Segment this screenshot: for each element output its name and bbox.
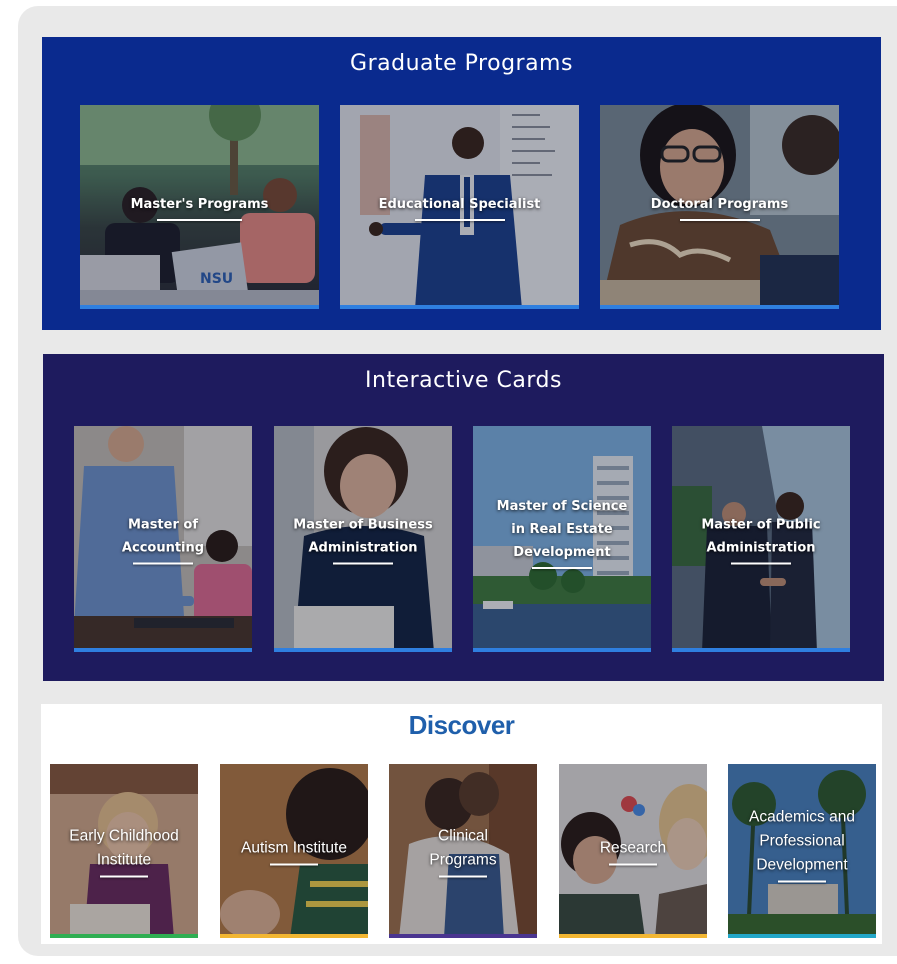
- card-master-of-business-administration[interactable]: Master of Business Administration: [274, 426, 452, 652]
- card-title-line: Research: [599, 839, 667, 857]
- card-title-line: Master of Science: [496, 499, 628, 515]
- card-label: Academics and Professional Development: [728, 806, 876, 883]
- card-autism-institute[interactable]: Autism Institute: [220, 764, 368, 938]
- card-label: Master of Science in Real Estate Develop…: [473, 495, 651, 570]
- card-underline: [731, 562, 791, 565]
- card-underline: [679, 219, 760, 221]
- card-label: Early Childhood Institute: [50, 825, 198, 878]
- card-academics-professional-development[interactable]: Academics and Professional Development: [728, 764, 876, 938]
- card-label: Master's Programs: [80, 193, 319, 221]
- card-title: Doctoral Programs: [650, 197, 789, 212]
- card-accent-bar: [340, 305, 579, 309]
- discover-section: Discover Early Childhood Institute Autis…: [41, 704, 882, 944]
- card-underline: [532, 567, 592, 570]
- card-research[interactable]: Research: [559, 764, 707, 938]
- card-title-line: Institute: [96, 851, 152, 869]
- card-underline: [439, 875, 487, 878]
- card-label: Clinical Programs: [389, 825, 537, 878]
- card-doctoral-programs[interactable]: Doctoral Programs: [600, 105, 839, 309]
- card-title-line: Development: [513, 545, 611, 561]
- card-accent-bar: [728, 934, 876, 938]
- card-title-line: Master of Public: [701, 517, 821, 533]
- card-title-line: Administration: [706, 540, 816, 556]
- card-title: Educational Specialist: [378, 197, 541, 212]
- card-accent-bar: [473, 648, 651, 652]
- card-master-of-accounting[interactable]: Master of Accounting: [74, 426, 252, 652]
- card-title-line: Academics and: [749, 808, 855, 826]
- card-accent-bar: [274, 648, 452, 652]
- card-title-line: Master of Business: [293, 517, 433, 533]
- card-clinical-programs[interactable]: Clinical Programs: [389, 764, 537, 938]
- card-educational-specialist[interactable]: Educational Specialist: [340, 105, 579, 309]
- card-label: Educational Specialist: [340, 193, 579, 221]
- card-accent-bar: [74, 648, 252, 652]
- card-early-childhood-institute[interactable]: Early Childhood Institute: [50, 764, 198, 938]
- card-underline: [157, 219, 242, 221]
- interactive-cards-section: Interactive Cards Master of Accounting M…: [43, 354, 884, 681]
- discover-title: Discover: [408, 710, 515, 740]
- card-label: Research: [559, 837, 707, 866]
- card-title-line: Early Childhood: [69, 827, 179, 845]
- card-underline: [609, 863, 657, 866]
- card-accent-bar: [80, 305, 319, 309]
- card-title-line: Administration: [308, 540, 418, 556]
- graduate-programs-title: Graduate Programs: [350, 51, 573, 76]
- card-title-line: Professional: [759, 832, 845, 850]
- card-title-line: Clinical: [438, 827, 488, 845]
- card-underline: [100, 875, 148, 878]
- card-label: Autism Institute: [220, 837, 368, 866]
- graduate-programs-section: Graduate Programs NSU Master's Programs: [42, 37, 881, 330]
- card-label: Doctoral Programs: [600, 193, 839, 221]
- card-accent-bar: [220, 934, 368, 938]
- card-title-line: Development: [756, 856, 848, 874]
- card-label: Master of Business Administration: [274, 514, 452, 565]
- card-accent-bar: [50, 934, 198, 938]
- card-masters-programs[interactable]: NSU Master's Programs: [80, 105, 319, 309]
- interactive-cards-title: Interactive Cards: [365, 368, 562, 393]
- card-master-of-public-administration[interactable]: Master of Public Administration: [672, 426, 850, 652]
- card-underline: [333, 562, 393, 565]
- card-title-line: Autism Institute: [241, 839, 347, 857]
- card-accent-bar: [389, 934, 537, 938]
- card-accent-bar: [559, 934, 707, 938]
- card-underline: [270, 863, 318, 866]
- card-title-line: Programs: [429, 851, 497, 869]
- card-title: Master's Programs: [130, 197, 269, 212]
- card-master-of-science-real-estate[interactable]: Master of Science in Real Estate Develop…: [473, 426, 651, 652]
- card-label: Master of Accounting: [74, 514, 252, 565]
- card-underline: [778, 880, 826, 883]
- card-accent-bar: [600, 305, 839, 309]
- card-underline: [133, 562, 193, 565]
- card-title-line: in Real Estate: [511, 522, 613, 538]
- card-underline: [414, 219, 505, 221]
- card-title-line: Master of: [127, 517, 198, 533]
- card-title-line: Accounting: [121, 540, 205, 556]
- card-label: Master of Public Administration: [672, 514, 850, 565]
- card-accent-bar: [672, 648, 850, 652]
